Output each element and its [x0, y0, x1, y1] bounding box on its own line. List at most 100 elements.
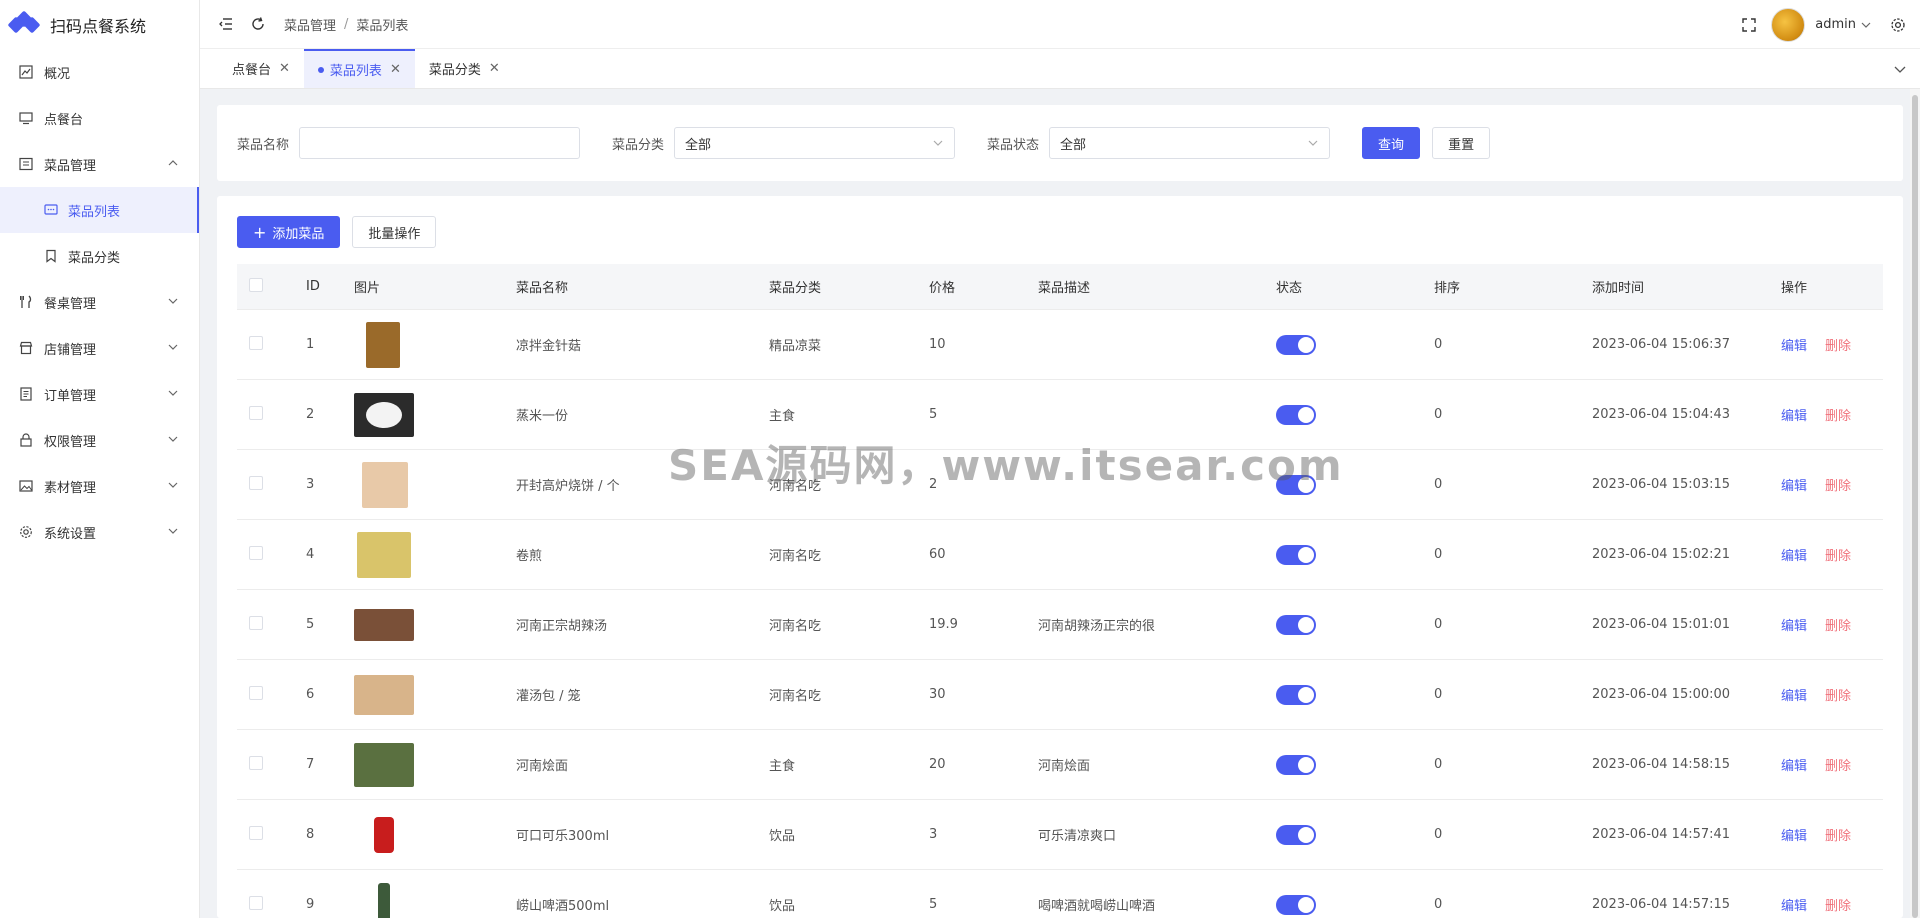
dish-thumbnail[interactable] [354, 608, 414, 641]
sidebar-item-permission-management[interactable]: 权限管理 [0, 417, 199, 463]
reset-button[interactable]: 重置 [1432, 127, 1491, 159]
row-checkbox[interactable] [249, 685, 263, 700]
dish-thumbnail[interactable] [378, 882, 390, 918]
row-checkbox[interactable] [249, 825, 263, 840]
edit-link[interactable]: 编辑 [1781, 759, 1807, 774]
edit-link[interactable]: 编辑 [1781, 689, 1807, 704]
status-toggle[interactable] [1276, 334, 1316, 355]
row-checkbox-cell [237, 825, 306, 844]
sidebar-item-label: 系统设置 [44, 526, 97, 542]
dish-table: ID 图片 菜品名称 菜品分类 价格 菜品描述 状态 排序 添加时间 操作 1 … [237, 264, 1883, 918]
dish-thumbnail[interactable] [354, 742, 414, 787]
sidebar-item-dish-list[interactable]: 菜品列表 [0, 187, 199, 233]
refresh-icon[interactable] [250, 16, 266, 32]
dish-thumbnail[interactable] [354, 674, 414, 715]
batch-operation-button[interactable]: 批量操作 [352, 216, 437, 248]
close-icon[interactable]: ✕ [489, 61, 500, 76]
breadcrumb-item[interactable]: 菜品管理 [284, 15, 336, 34]
edit-link[interactable]: 编辑 [1781, 829, 1807, 844]
dish-category-select[interactable]: 全部 [674, 127, 956, 159]
cell-id: 5 [306, 617, 315, 632]
sidebar-item-system-settings[interactable]: 系统设置 [0, 509, 199, 555]
cell-time: 2023-06-04 15:00:00 [1592, 687, 1731, 702]
scrollbar-thumb[interactable] [1912, 95, 1918, 918]
column-header-id: ID [306, 279, 320, 294]
edit-link[interactable]: 编辑 [1781, 479, 1807, 494]
cell-image [354, 742, 516, 787]
sidebar-item-overview[interactable]: 概况 [0, 49, 199, 95]
menu-collapse-icon[interactable] [218, 16, 234, 32]
delete-link[interactable]: 删除 [1825, 549, 1851, 564]
edit-link[interactable]: 编辑 [1781, 549, 1807, 564]
row-checkbox[interactable] [249, 545, 263, 560]
delete-link[interactable]: 删除 [1825, 409, 1851, 424]
row-checkbox[interactable] [249, 755, 263, 770]
status-toggle[interactable] [1276, 754, 1316, 775]
status-toggle[interactable] [1276, 544, 1316, 565]
avatar[interactable] [1771, 7, 1806, 42]
chevron-down-icon[interactable] [1892, 61, 1908, 77]
row-checkbox[interactable] [249, 475, 263, 490]
close-icon[interactable]: ✕ [390, 62, 401, 77]
dish-status-select[interactable]: 全部 [1049, 127, 1331, 159]
cell-status [1276, 614, 1434, 635]
sidebar-item-store-management[interactable]: 店铺管理 [0, 325, 199, 371]
dish-thumbnail[interactable] [362, 461, 408, 508]
dish-thumbnail[interactable] [374, 816, 394, 853]
cell-time: 2023-06-04 14:57:41 [1592, 827, 1731, 842]
status-toggle[interactable] [1276, 474, 1316, 495]
document-icon [18, 386, 34, 402]
fullscreen-icon[interactable] [1741, 17, 1757, 33]
app-logo[interactable]: 扫码点餐系统 [0, 0, 199, 49]
select-all-checkbox[interactable] [249, 277, 263, 292]
chevron-down-icon [167, 387, 181, 401]
cell-image [354, 816, 516, 853]
dish-thumbnail[interactable] [357, 531, 411, 578]
dish-thumbnail[interactable] [354, 392, 414, 437]
status-toggle[interactable] [1276, 614, 1316, 635]
cell-actions: 编辑 删除 [1781, 755, 1883, 774]
tab-dish-list[interactable]: 菜品列表 ✕ [303, 49, 415, 88]
delete-link[interactable]: 删除 [1825, 479, 1851, 494]
username[interactable]: admin [1815, 17, 1856, 32]
sidebar-item-dish-management[interactable]: 菜品管理 [0, 141, 199, 187]
sidebar-item-media-management[interactable]: 素材管理 [0, 463, 199, 509]
edit-link[interactable]: 编辑 [1781, 899, 1807, 914]
tab-dish-category[interactable]: 菜品分类 ✕ [415, 49, 514, 88]
query-button[interactable]: 查询 [1362, 127, 1421, 159]
row-checkbox[interactable] [249, 405, 263, 420]
delete-link[interactable]: 删除 [1825, 759, 1851, 774]
tab-order-desk[interactable]: 点餐台 ✕ [218, 49, 304, 88]
edit-link[interactable]: 编辑 [1781, 619, 1807, 634]
status-toggle[interactable] [1276, 404, 1316, 425]
row-checkbox[interactable] [249, 615, 263, 630]
status-toggle[interactable] [1276, 894, 1316, 915]
edit-link[interactable]: 编辑 [1781, 409, 1807, 424]
delete-link[interactable]: 删除 [1825, 899, 1851, 914]
dish-thumbnail[interactable] [366, 321, 400, 368]
delete-link[interactable]: 删除 [1825, 829, 1851, 844]
row-checkbox[interactable] [249, 335, 263, 350]
delete-link[interactable]: 删除 [1825, 619, 1851, 634]
sidebar-item-table-management[interactable]: 餐桌管理 [0, 279, 199, 325]
plus-icon: + [253, 222, 267, 242]
chevron-down-icon [1307, 137, 1319, 149]
sidebar-item-order-management[interactable]: 订单管理 [0, 371, 199, 417]
chevron-up-icon [167, 157, 181, 171]
dish-name-input[interactable] [299, 127, 581, 159]
add-dish-button[interactable]: + 添加菜品 [237, 216, 341, 248]
close-icon[interactable]: ✕ [279, 61, 290, 76]
delete-link[interactable]: 删除 [1825, 339, 1851, 354]
sidebar-item-order-desk[interactable]: 点餐台 [0, 95, 199, 141]
edit-link[interactable]: 编辑 [1781, 339, 1807, 354]
chevron-down-icon[interactable] [1860, 19, 1872, 31]
sidebar-item-dish-category[interactable]: 菜品分类 [0, 233, 199, 279]
cell-price: 30 [929, 687, 946, 702]
delete-link[interactable]: 删除 [1825, 689, 1851, 704]
cell-name: 灌汤包 / 笼 [516, 689, 581, 704]
settings-gear-icon[interactable] [1890, 17, 1906, 33]
row-checkbox[interactable] [249, 895, 263, 910]
bookmark-icon [44, 249, 58, 263]
status-toggle[interactable] [1276, 824, 1316, 845]
status-toggle[interactable] [1276, 684, 1316, 705]
